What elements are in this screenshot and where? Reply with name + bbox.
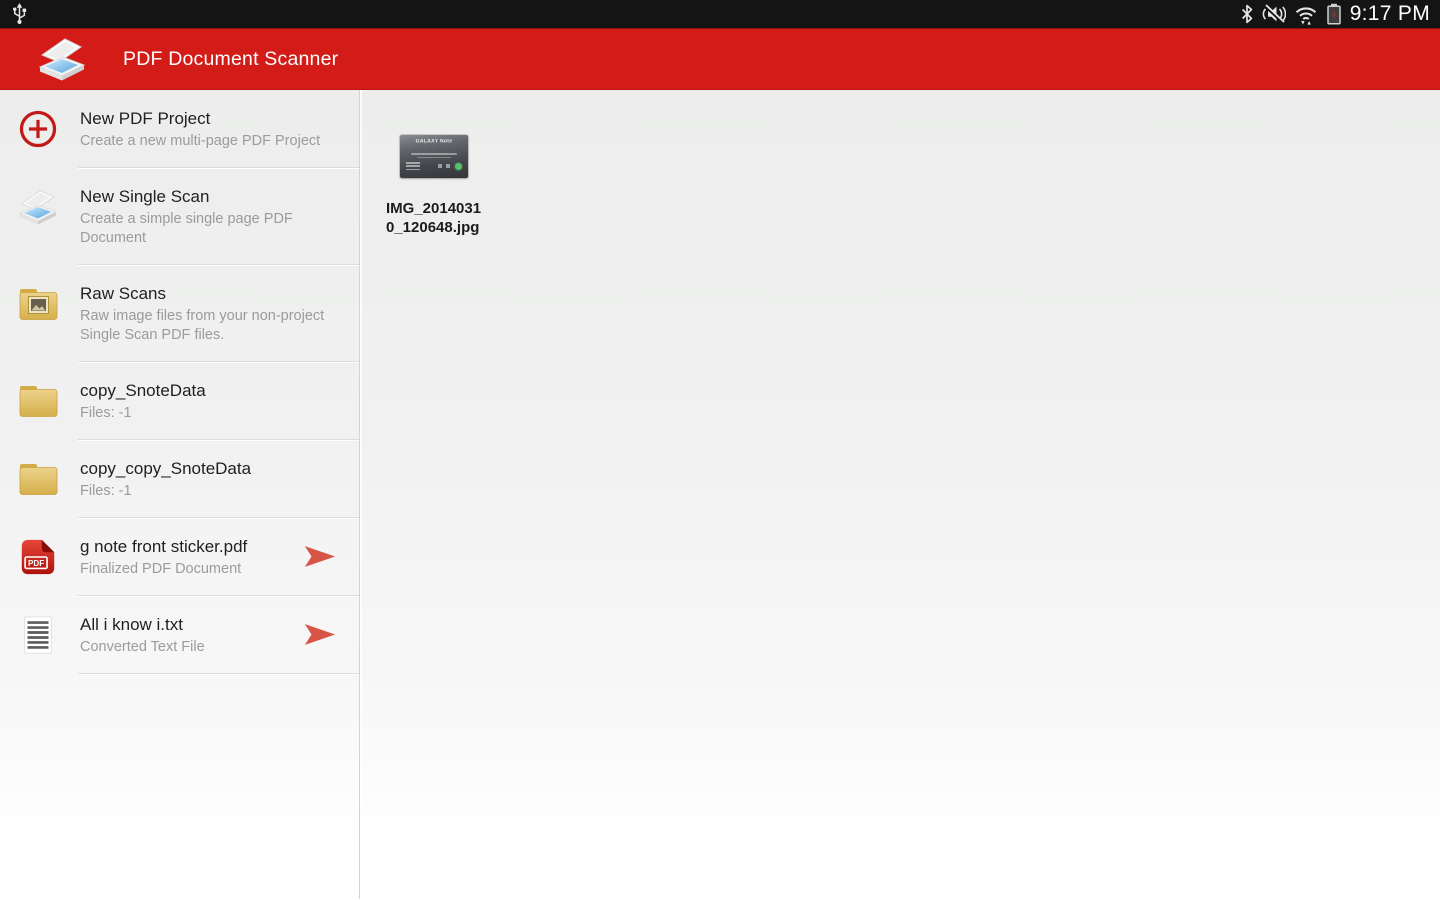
status-bar: 9:17 PM [0, 0, 1440, 28]
app-title: PDF Document Scanner [123, 48, 338, 71]
divider [78, 673, 359, 674]
share-button[interactable] [301, 620, 339, 650]
thumbnail-detail-square [446, 164, 450, 168]
item-subtitle: Files: -1 [80, 482, 345, 501]
thumbnail-green-dot [455, 163, 462, 170]
item-title: copy_SnoteData [80, 380, 345, 402]
file-thumbnail: GALAXY Note [400, 135, 468, 178]
item-title: New PDF Project [80, 108, 345, 130]
sidebar-item-copy-snotedata[interactable]: copy_SnoteData Files: -1 [0, 362, 359, 439]
item-subtitle: Create a simple single page PDF Document [80, 210, 345, 248]
item-subtitle: Raw image files from your non-project Si… [80, 307, 345, 345]
folder-image-icon [14, 280, 62, 328]
sidebar: New PDF Project Create a new multi-page … [0, 90, 360, 899]
sidebar-item-all-i-know-txt[interactable]: All i know i.txt Converted Text File [0, 596, 359, 673]
folder-icon [14, 455, 62, 503]
sidebar-item-new-single-scan[interactable]: New Single Scan Create a simple single p… [0, 168, 359, 264]
bluetooth-icon [1240, 4, 1254, 24]
sidebar-item-new-pdf-project[interactable]: New PDF Project Create a new multi-page … [0, 90, 359, 167]
app-logo-scanner-icon [34, 36, 90, 82]
send-icon [303, 622, 337, 647]
vibrate-muted-icon [1262, 4, 1286, 24]
add-circle-icon [14, 105, 62, 153]
thumbnail-detail-line [417, 157, 451, 158]
content: New PDF Project Create a new multi-page … [0, 90, 1440, 899]
file-name: IMG_20140310_120648.jpg [386, 200, 486, 237]
usb-icon [12, 3, 27, 25]
item-title: copy_copy_SnoteData [80, 458, 345, 480]
send-icon [303, 544, 337, 569]
sidebar-item-copy-copy-snotedata[interactable]: copy_copy_SnoteData Files: -1 [0, 440, 359, 517]
clock-text: 9:17 PM [1350, 0, 1430, 28]
file-tile[interactable]: GALAXY Note IMG_20140310_120648.jpg [386, 135, 486, 237]
thumbnail-detail-block [406, 162, 420, 172]
sidebar-item-g-note-front-sticker-pdf[interactable]: PDF g note front sticker.pdf Finalized P… [0, 518, 359, 595]
item-subtitle: Create a new multi-page PDF Project [80, 132, 345, 151]
svg-text:PDF: PDF [28, 559, 44, 568]
thumbnail-text: GALAXY Note [410, 139, 459, 144]
text-file-icon [14, 611, 62, 659]
wifi-icon [1294, 4, 1318, 25]
share-button[interactable] [301, 542, 339, 572]
thumbnail-detail-line [411, 153, 457, 155]
file-grid: GALAXY Note IMG_20140310_120648.jpg [360, 90, 1440, 899]
item-title: Raw Scans [80, 283, 345, 305]
pdf-file-icon: PDF [14, 533, 62, 581]
thumbnail-detail-square [438, 164, 442, 168]
folder-icon [14, 377, 62, 425]
sidebar-item-raw-scans[interactable]: Raw Scans Raw image files from your non-… [0, 265, 359, 361]
item-subtitle: Files: -1 [80, 404, 345, 423]
scanner-icon [14, 183, 62, 231]
app-bar: PDF Document Scanner [0, 28, 1440, 90]
item-title: New Single Scan [80, 186, 345, 208]
battery-alert-icon [1326, 3, 1342, 25]
